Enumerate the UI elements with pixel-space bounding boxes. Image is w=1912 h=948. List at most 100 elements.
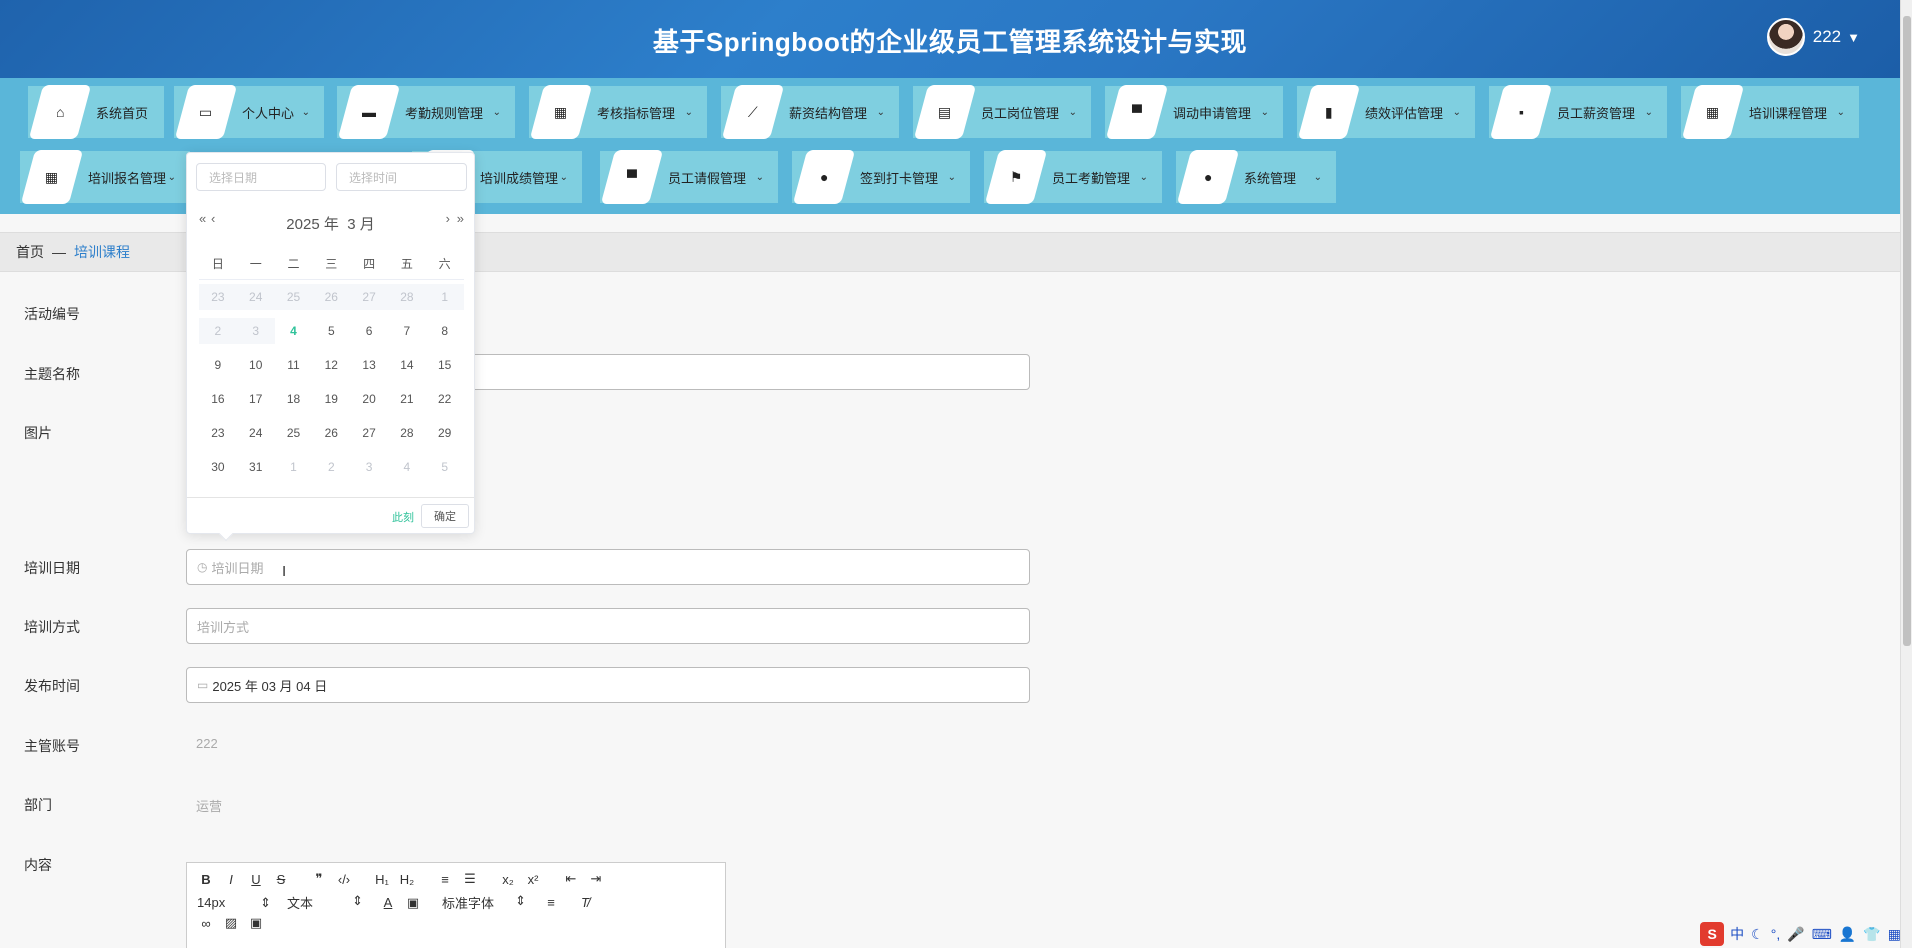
nav-item[interactable]: ▬ 考勤规则管理 ⌄ (337, 85, 515, 139)
calendar-day[interactable]: 6 (350, 324, 388, 338)
font-family-select[interactable]: 标准字体 ⇕ (442, 893, 526, 912)
calendar-day[interactable]: 16 (199, 392, 237, 406)
training-mode-input[interactable]: 培训方式 (186, 608, 1030, 644)
breadcrumb-current[interactable]: 培训课程 (74, 242, 130, 262)
ime-tray-icon[interactable]: 👤 (1839, 926, 1856, 943)
calendar-day[interactable]: 2 (312, 460, 350, 474)
scrollbar-thumb[interactable] (1903, 16, 1911, 646)
nav-item[interactable]: ▀ 调动申请管理 ⌄ (1105, 85, 1283, 139)
ime-tray-icon[interactable]: ▦ (1888, 926, 1901, 943)
picker-date-input[interactable]: 选择日期 (196, 163, 326, 191)
nav-item[interactable]: ● 签到打卡管理 ⌄ (792, 150, 970, 204)
calendar-day[interactable]: 25 (275, 426, 313, 440)
nav-item[interactable]: ⌂ 系统首页 (28, 85, 164, 139)
rich-text-editor[interactable]: B I U S ❞ ‹/› H₁ H₂ ≡ ☰ x₂ x² ⇤ ⇥ 14px ⇕ … (186, 862, 726, 948)
user-menu[interactable]: 222 ▼ (1766, 18, 1860, 56)
font-color-button[interactable]: A (379, 895, 397, 910)
outdent-button[interactable]: ⇤ (562, 871, 580, 887)
calendar-day[interactable]: 30 (199, 460, 237, 474)
align-button[interactable]: ≡ (542, 895, 560, 910)
nav-item[interactable]: ▦ 培训课程管理 ⌄ (1681, 85, 1859, 139)
calendar-day[interactable]: 1 (275, 460, 313, 474)
nav-item[interactable]: ▀ 员工请假管理 ⌄ (600, 150, 778, 204)
training-date-input[interactable]: ◷ 培训日期 (186, 549, 1030, 585)
publish-time-input[interactable]: ▭ 2025 年 03 月 04 日 (186, 667, 1030, 703)
calendar-day[interactable]: 7 (388, 324, 426, 338)
bold-button[interactable]: B (197, 872, 215, 887)
font-size-select[interactable]: 14px ⇕ (197, 895, 271, 911)
caret-down-icon[interactable]: ▼ (1847, 30, 1860, 45)
calendar-day[interactable]: 20 (350, 392, 388, 406)
calendar-day[interactable]: 29 (426, 426, 464, 440)
link-icon[interactable]: ∞ (197, 916, 215, 931)
calendar-day[interactable]: 3 (350, 460, 388, 474)
heading2-button[interactable]: H₂ (398, 872, 416, 887)
calendar-day[interactable]: 9 (199, 358, 237, 372)
calendar-day[interactable]: 22 (426, 392, 464, 406)
image-icon[interactable]: ▨ (222, 915, 240, 931)
calendar-day[interactable]: 21 (388, 392, 426, 406)
clear-format-button[interactable]: T̸ (576, 895, 594, 910)
calendar-day[interactable]: 31 (237, 460, 275, 474)
breadcrumb-home[interactable]: 首页 (16, 242, 44, 262)
next-year-icon[interactable]: » (457, 211, 464, 226)
username[interactable]: 222 (1813, 27, 1841, 47)
ordered-list-button[interactable]: ≡ (436, 872, 454, 887)
underline-button[interactable]: U (247, 872, 265, 887)
nav-item[interactable]: ▦ 培训报名管理 ⌄ (20, 150, 190, 204)
block-type-select[interactable]: 文本 ⇕ (287, 893, 363, 912)
heading1-button[interactable]: H₁ (373, 872, 391, 887)
calendar-day[interactable]: 26 (312, 426, 350, 440)
page-scrollbar[interactable] (1900, 0, 1912, 948)
calendar-day[interactable]: 13 (350, 358, 388, 372)
calendar-day[interactable]: 5 (312, 324, 350, 338)
picker-time-input[interactable]: 选择时间 (336, 163, 467, 191)
calendar-day[interactable]: 23 (199, 426, 237, 440)
calendar-day[interactable]: 24 (237, 426, 275, 440)
ime-tray-icon[interactable]: °, (1771, 926, 1781, 942)
italic-button[interactable]: I (222, 872, 240, 887)
nav-item[interactable]: ▮ 绩效评估管理 ⌄ (1297, 85, 1475, 139)
bullet-list-button[interactable]: ☰ (461, 871, 479, 887)
calendar-day[interactable]: 28 (388, 426, 426, 440)
now-button[interactable]: 此刻 (392, 509, 414, 525)
strikethrough-button[interactable]: S (272, 872, 290, 887)
nav-item[interactable]: ▦ 考核指标管理 ⌄ (529, 85, 707, 139)
blockquote-button[interactable]: ❞ (310, 871, 328, 887)
ime-tray-icon[interactable]: ☾ (1751, 926, 1764, 943)
ime-tray-icon[interactable]: 🎤 (1787, 926, 1804, 943)
calendar-day[interactable]: 4 (275, 324, 313, 338)
picker-year[interactable]: 2025 年 (286, 216, 339, 233)
calendar-day[interactable]: 17 (237, 392, 275, 406)
calendar-day[interactable]: 11 (275, 358, 313, 372)
nav-item[interactable]: ● 系统管理 ⌄ (1176, 150, 1336, 204)
nav-item[interactable]: ⟋ 薪资结构管理 ⌄ (721, 85, 899, 139)
calendar-day[interactable]: 15 (426, 358, 464, 372)
ime-tray-icon[interactable]: 👕 (1863, 926, 1880, 943)
background-color-button[interactable]: ▣ (404, 895, 422, 911)
calendar-day[interactable]: 27 (350, 426, 388, 440)
calendar-day[interactable]: 8 (426, 324, 464, 338)
calendar-day[interactable]: 5 (426, 460, 464, 474)
confirm-button[interactable]: 确定 (421, 504, 469, 528)
code-block-button[interactable]: ‹/› (335, 872, 353, 887)
avatar[interactable] (1766, 18, 1805, 56)
nav-item[interactable]: ⚑ 员工考勤管理 ⌄ (984, 150, 1162, 204)
calendar-day[interactable]: 4 (388, 460, 426, 474)
superscript-button[interactable]: x² (524, 872, 542, 887)
calendar-day[interactable]: 19 (312, 392, 350, 406)
next-month-icon[interactable]: › (446, 211, 450, 226)
ime-tray-icon[interactable]: 中 (1730, 924, 1744, 944)
calendar-day[interactable]: 18 (275, 392, 313, 406)
subscript-button[interactable]: x₂ (499, 872, 517, 887)
indent-button[interactable]: ⇥ (587, 871, 605, 887)
ime-logo-icon[interactable]: S (1700, 922, 1725, 946)
nav-item[interactable]: ▪ 员工薪资管理 ⌄ (1489, 85, 1667, 139)
calendar-day[interactable]: 10 (237, 358, 275, 372)
picker-month[interactable]: 3 月 (347, 216, 375, 233)
calendar-day[interactable]: 12 (312, 358, 350, 372)
nav-item[interactable]: ▭ 个人中心 ⌄ (174, 85, 324, 139)
video-icon[interactable]: ▣ (247, 915, 265, 931)
ime-tray-icon[interactable]: ⌨ (1812, 926, 1832, 943)
nav-item[interactable]: ▤ 员工岗位管理 ⌄ (913, 85, 1091, 139)
